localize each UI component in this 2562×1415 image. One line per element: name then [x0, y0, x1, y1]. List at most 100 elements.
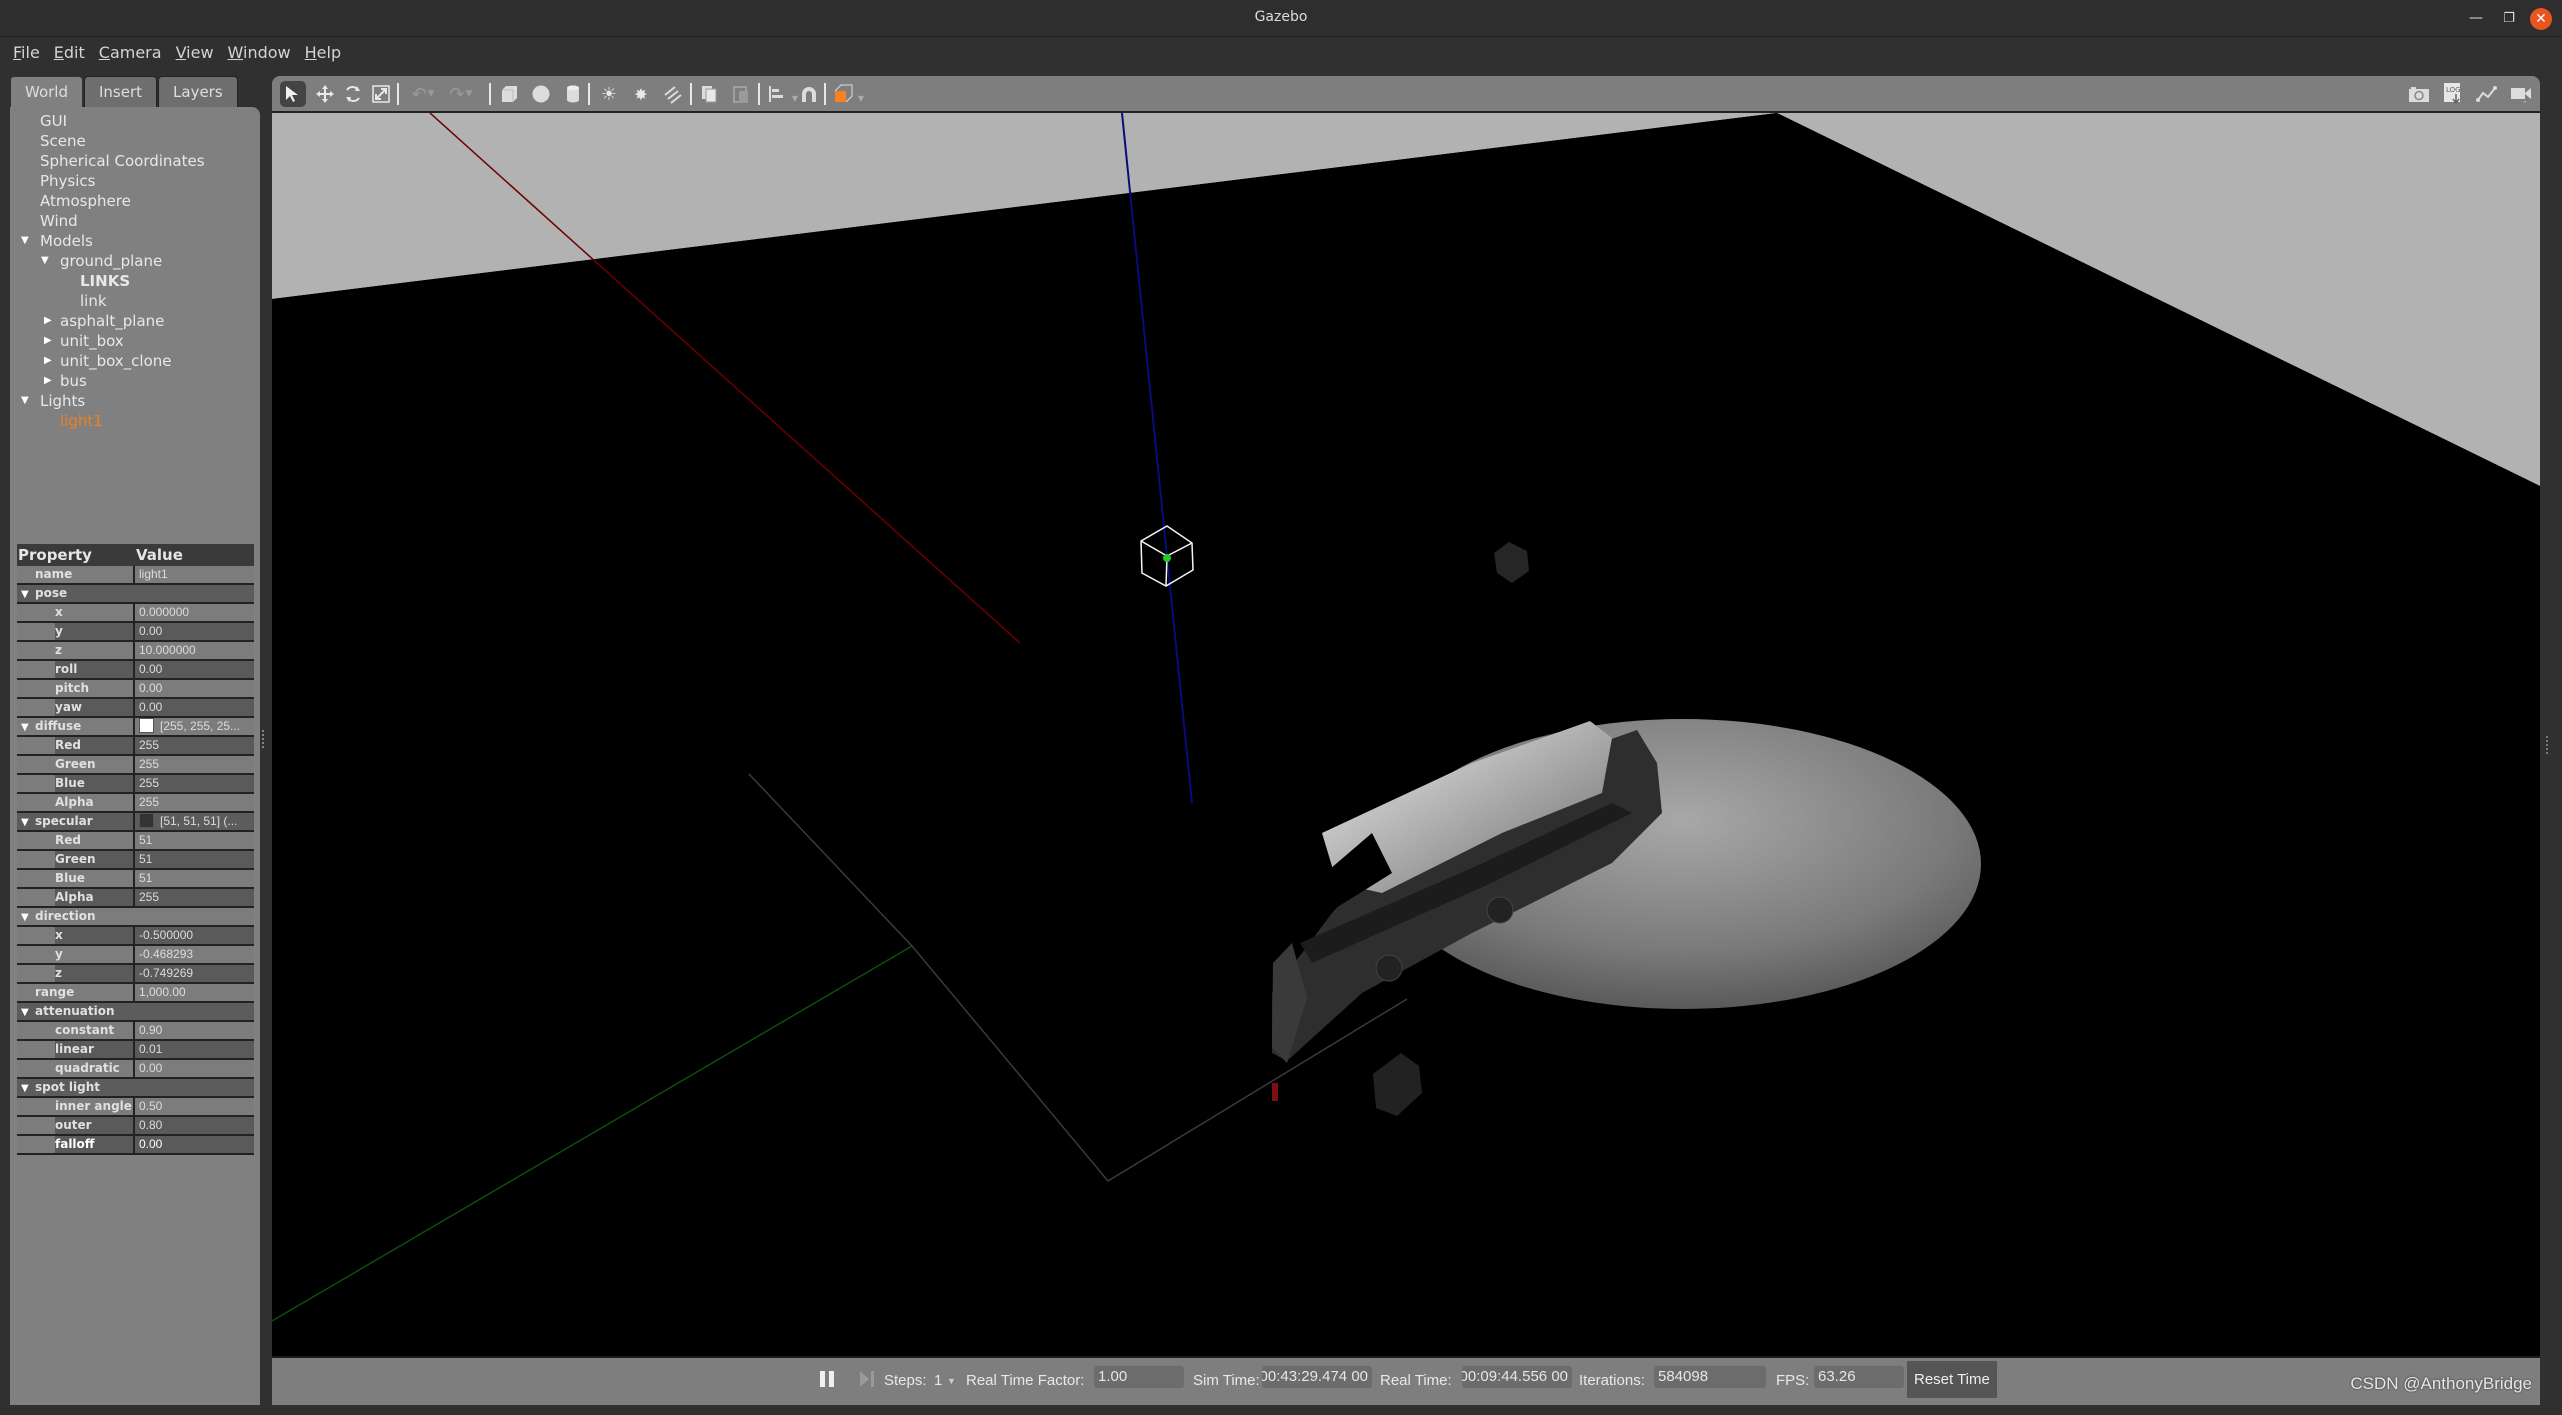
prop-group-direction[interactable]: ▼ direction	[17, 908, 254, 927]
prop-group-pose[interactable]: ▼ pose	[17, 585, 254, 604]
menu-help[interactable]: Help	[305, 43, 341, 62]
specular-red-field[interactable]: 51	[135, 832, 254, 849]
pose-pitch-field[interactable]: 0.00	[135, 680, 254, 697]
direction-z-field[interactable]: -0.749269	[135, 965, 254, 982]
tab-world[interactable]: World	[10, 76, 83, 108]
log-button[interactable]: LOG	[2440, 81, 2466, 107]
expanded-arrow-icon[interactable]: ▼	[41, 251, 49, 271]
snap-button[interactable]	[796, 81, 822, 107]
falloff-field[interactable]: 0.00	[135, 1136, 254, 1153]
diffuse-color-swatch[interactable]	[139, 718, 154, 733]
specular-alpha-field[interactable]: 255	[135, 889, 254, 906]
att-quadratic-field[interactable]: 0.00	[135, 1060, 254, 1077]
pause-button[interactable]	[820, 1371, 836, 1387]
right-panel-resize-handle[interactable]	[2546, 736, 2549, 754]
rotate-mode-button[interactable]	[340, 81, 366, 107]
specular-blue-field[interactable]: 51	[135, 870, 254, 887]
expanded-arrow-icon[interactable]: ▼	[21, 391, 29, 411]
pose-yaw-field[interactable]: 0.00	[135, 699, 254, 716]
translate-mode-button[interactable]	[312, 81, 338, 107]
prop-group-diffuse[interactable]: ▼ diffuse [255, 255, 25...	[17, 718, 254, 737]
expanded-arrow-icon[interactable]: ▼	[21, 719, 29, 736]
prop-group-specular[interactable]: ▼ specular [51, 51, 51] (...	[17, 813, 254, 832]
expanded-arrow-icon[interactable]: ▼	[21, 1004, 29, 1021]
diffuse-color-value[interactable]: [255, 255, 25...	[135, 718, 254, 735]
tree-item-light1[interactable]: light1	[10, 411, 260, 431]
tree-item-atmosphere[interactable]: Atmosphere	[10, 191, 260, 211]
screenshot-button[interactable]	[2406, 81, 2432, 107]
tree-item-wind[interactable]: Wind	[10, 211, 260, 231]
point-light-button[interactable]: ☀	[596, 81, 622, 107]
pose-x-field[interactable]: 0.000000	[135, 604, 254, 621]
steps-value[interactable]: 1	[934, 1372, 942, 1389]
diffuse-blue-field[interactable]: 255	[135, 775, 254, 792]
specular-color-swatch[interactable]	[139, 813, 154, 828]
align-button[interactable]: ▼	[764, 81, 798, 107]
expanded-arrow-icon[interactable]: ▼	[21, 231, 29, 251]
step-button[interactable]	[860, 1371, 876, 1387]
att-constant-field[interactable]: 0.90	[135, 1022, 254, 1039]
menu-edit[interactable]: Edit	[54, 43, 85, 62]
tree-item-asphalt-plane[interactable]: ▶ asphalt_plane	[10, 311, 260, 331]
expanded-arrow-icon[interactable]: ▼	[21, 909, 29, 926]
insert-box-button[interactable]	[496, 81, 522, 107]
att-linear-field[interactable]: 0.01	[135, 1041, 254, 1058]
redo-history-dropdown[interactable]: ▼	[462, 81, 476, 107]
paste-button[interactable]	[728, 81, 754, 107]
prop-value-name[interactable]: light1	[135, 566, 254, 583]
specular-color-value[interactable]: [51, 51, 51] (...	[135, 813, 254, 830]
tree-item-unit-box-clone[interactable]: ▶ unit_box_clone	[10, 351, 260, 371]
range-field[interactable]: 1,000.00	[135, 984, 254, 1001]
outer-angle-field[interactable]: 0.80	[135, 1117, 254, 1134]
3d-viewport[interactable]	[272, 113, 2540, 1356]
prop-group-attenuation[interactable]: ▼ attenuation	[17, 1003, 254, 1022]
tree-item-physics[interactable]: Physics	[10, 171, 260, 191]
tree-item-spherical-coordinates[interactable]: Spherical Coordinates	[10, 151, 260, 171]
undo-history-dropdown[interactable]: ▼	[424, 81, 438, 107]
menu-camera[interactable]: Camera	[99, 43, 162, 62]
tree-item-scene[interactable]: Scene	[10, 131, 260, 151]
tab-layers[interactable]: Layers	[158, 76, 238, 107]
specular-green-field[interactable]: 51	[135, 851, 254, 868]
prop-group-spot-light[interactable]: ▼ spot light	[17, 1079, 254, 1098]
tree-item-ground-plane[interactable]: ▼ ground_plane	[10, 251, 260, 271]
insert-cylinder-button[interactable]	[560, 81, 586, 107]
minimize-button[interactable]: —	[2464, 6, 2488, 30]
menu-file[interactable]: File	[13, 43, 40, 62]
collapsed-arrow-icon[interactable]: ▶	[44, 331, 52, 351]
inner-angle-field[interactable]: 0.50	[135, 1098, 254, 1115]
pose-y-field[interactable]: 0.00	[135, 623, 254, 640]
select-mode-button[interactable]	[280, 81, 306, 107]
direction-x-field[interactable]: -0.500000	[135, 927, 254, 944]
tree-item-bus[interactable]: ▶ bus	[10, 371, 260, 391]
menu-window[interactable]: Window	[228, 43, 291, 62]
left-panel-resize-handle[interactable]	[262, 730, 265, 748]
close-button[interactable]: ✕	[2530, 8, 2552, 30]
diffuse-green-field[interactable]: 255	[135, 756, 254, 773]
pose-z-field[interactable]: 10.000000	[135, 642, 254, 659]
directional-light-button[interactable]	[660, 81, 686, 107]
expanded-arrow-icon[interactable]: ▼	[21, 814, 29, 831]
expanded-arrow-icon[interactable]: ▼	[21, 586, 29, 603]
spot-light-button[interactable]: ✸	[628, 81, 654, 107]
tree-item-models[interactable]: ▼ Models	[10, 231, 260, 251]
record-video-button[interactable]	[2508, 81, 2534, 107]
plot-button[interactable]	[2474, 81, 2500, 107]
diffuse-red-field[interactable]: 255	[135, 737, 254, 754]
tree-item-unit-box[interactable]: ▶ unit_box	[10, 331, 260, 351]
tree-item-gui[interactable]: GUI	[10, 111, 260, 131]
tab-insert[interactable]: Insert	[84, 76, 158, 107]
collapsed-arrow-icon[interactable]: ▶	[44, 371, 52, 391]
steps-dropdown-icon[interactable]: ▼	[947, 1376, 956, 1386]
collapsed-arrow-icon[interactable]: ▶	[44, 311, 52, 331]
view-angle-button[interactable]: ▼	[830, 81, 864, 107]
collapsed-arrow-icon[interactable]: ▶	[44, 351, 52, 371]
scale-mode-button[interactable]	[368, 81, 394, 107]
insert-sphere-button[interactable]	[528, 81, 554, 107]
expanded-arrow-icon[interactable]: ▼	[21, 1080, 29, 1097]
diffuse-alpha-field[interactable]: 255	[135, 794, 254, 811]
menu-view[interactable]: View	[176, 43, 214, 62]
copy-button[interactable]	[696, 81, 722, 107]
tree-item-lights[interactable]: ▼ Lights	[10, 391, 260, 411]
direction-y-field[interactable]: -0.468293	[135, 946, 254, 963]
